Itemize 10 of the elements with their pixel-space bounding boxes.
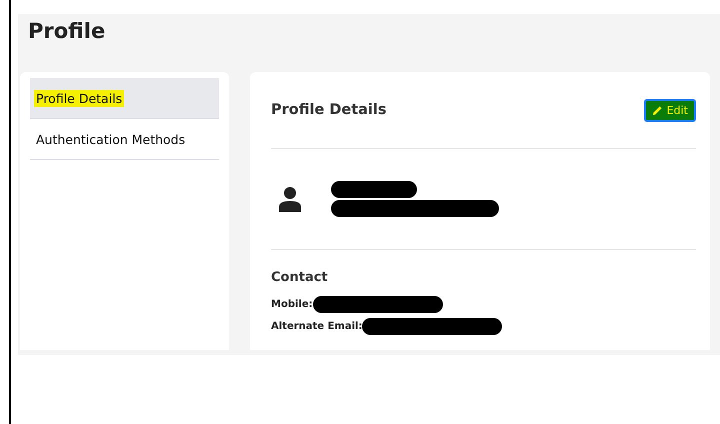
- page-title: Profile: [27, 18, 106, 45]
- edit-button[interactable]: Edit: [644, 98, 696, 122]
- contact-heading: Contact: [271, 270, 329, 285]
- sidebar-item[interactable]: Profile Details: [30, 78, 219, 119]
- person-icon: [279, 186, 301, 212]
- sidebar-item[interactable]: Authentication Methods: [30, 119, 219, 160]
- pencil-icon: [652, 104, 663, 116]
- field-label: Mobile:: [271, 298, 313, 310]
- field-label: Alternate Email:: [271, 320, 362, 332]
- section-title: Profile Details: [271, 102, 386, 118]
